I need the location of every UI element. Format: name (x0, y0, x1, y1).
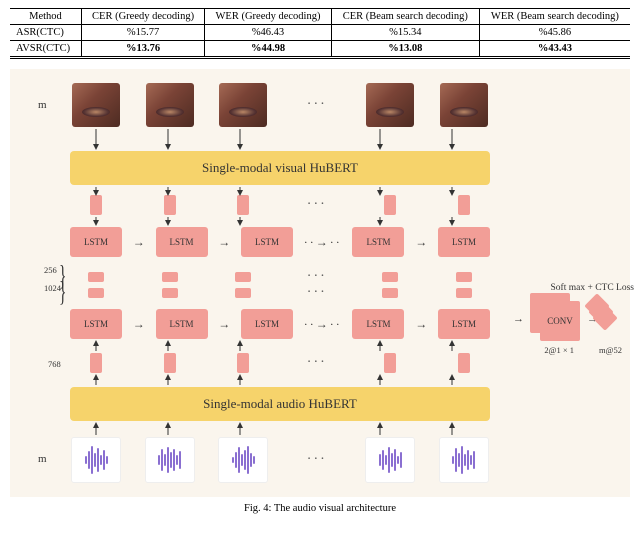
feature-chip (164, 195, 176, 215)
lstm-block: LSTM (241, 227, 293, 257)
feature-chip (456, 288, 472, 298)
ellipsis-icon: ··· (291, 285, 343, 301)
lip-image (72, 83, 120, 127)
ellipsis-icon: ··· (291, 97, 343, 113)
feature-chip (237, 195, 249, 215)
arrow-right-icon: → (131, 235, 147, 250)
feature-chip (456, 272, 472, 282)
lstm-block: LSTM (70, 309, 122, 339)
conv-block: CONV (530, 293, 584, 339)
ellipsis-icon: ··· (291, 269, 343, 285)
brace-icon: } (59, 277, 66, 309)
lstm-block: LSTM (156, 227, 208, 257)
feature-chip (458, 195, 470, 215)
feature-chip (88, 272, 104, 282)
lstm-block: LSTM (156, 309, 208, 339)
m-label-bottom: m (38, 453, 47, 465)
ellipsis-icon: ··· (291, 452, 343, 468)
feature-chip (162, 288, 178, 298)
col-method: Method (10, 9, 81, 25)
feat-row: ··· (70, 269, 490, 285)
arrow-right-icon: → (216, 317, 232, 332)
loss-label: Soft max + CTC Loss (551, 283, 634, 293)
lstm-row-top: LSTM → LSTM → LSTM ··→·· LSTM → LSTM (70, 227, 490, 257)
lstm-block: LSTM (241, 309, 293, 339)
col-cer-beam: CER (Beam search decoding) (331, 9, 479, 25)
audio-hubert-block: Single-modal audio HuBERT (70, 387, 490, 421)
architecture-figure: m m ··· Single-modal visual HuBERT ··· L… (10, 69, 630, 497)
feat-row: ··· (70, 285, 490, 301)
feature-chip (90, 353, 102, 373)
feature-chip (384, 353, 396, 373)
feat-row: ··· (70, 353, 490, 373)
feature-chip (235, 272, 251, 282)
waveform-image (218, 437, 268, 483)
table-row: ASR(CTC) %15.77 %46.43 %15.34 %45.86 (10, 25, 630, 41)
lstm-block: LSTM (352, 309, 404, 339)
ellipsis-icon: ··· (291, 197, 343, 213)
lip-image (219, 83, 267, 127)
ellipsis-icon: ··→·· (302, 235, 344, 250)
m-label-top: m (38, 99, 47, 111)
figure-caption: Fig. 4: The audio visual architecture (10, 503, 630, 514)
feature-chip (90, 195, 102, 215)
arrow-right-icon: → (413, 317, 429, 332)
ellipsis-icon: ··→·· (302, 317, 344, 332)
feature-chip (237, 353, 249, 373)
waveform-image (71, 437, 121, 483)
ellipsis-icon: ··· (291, 355, 343, 371)
arrow-right-icon: → (513, 313, 524, 325)
lstm-block: LSTM (438, 309, 490, 339)
arrow-right-icon: → (216, 235, 232, 250)
col-wer-beam: WER (Beam search decoding) (479, 9, 630, 25)
table-row: AVSR(CTC) %13.76 %44.98 %13.08 %43.43 (10, 41, 630, 58)
waveform-image (365, 437, 415, 483)
dim-768: 768 (48, 359, 61, 369)
feature-chip (384, 195, 396, 215)
waveform-image (145, 437, 195, 483)
col-cer-greedy: CER (Greedy decoding) (81, 9, 204, 25)
lip-image (366, 83, 414, 127)
col-wer-greedy: WER (Greedy decoding) (205, 9, 331, 25)
arrow-right-icon: → (131, 317, 147, 332)
feature-chip (164, 353, 176, 373)
lip-row: ··· (70, 83, 490, 127)
lstm-row-bottom: LSTM → LSTM → LSTM ··→·· LSTM → LSTM (70, 309, 490, 339)
lip-image (440, 83, 488, 127)
wave-row: ··· (70, 437, 490, 483)
output-stack (588, 297, 614, 339)
feat-row: ··· (70, 195, 490, 215)
feature-chip (382, 288, 398, 298)
out-shape: m@52 (599, 345, 622, 355)
results-table: Method CER (Greedy decoding) WER (Greedy… (10, 8, 630, 59)
feature-chip (458, 353, 470, 373)
feature-chip (88, 288, 104, 298)
arrow-right-icon: → (413, 235, 429, 250)
lip-image (146, 83, 194, 127)
lstm-block: LSTM (438, 227, 490, 257)
waveform-image (439, 437, 489, 483)
lstm-block: LSTM (70, 227, 122, 257)
feature-chip (382, 272, 398, 282)
dim-256: 256 (44, 265, 57, 275)
feature-chip (235, 288, 251, 298)
conv-shape: 2@1 × 1 (544, 345, 574, 355)
visual-hubert-block: Single-modal visual HuBERT (70, 151, 490, 185)
feature-chip (162, 272, 178, 282)
lstm-block: LSTM (352, 227, 404, 257)
